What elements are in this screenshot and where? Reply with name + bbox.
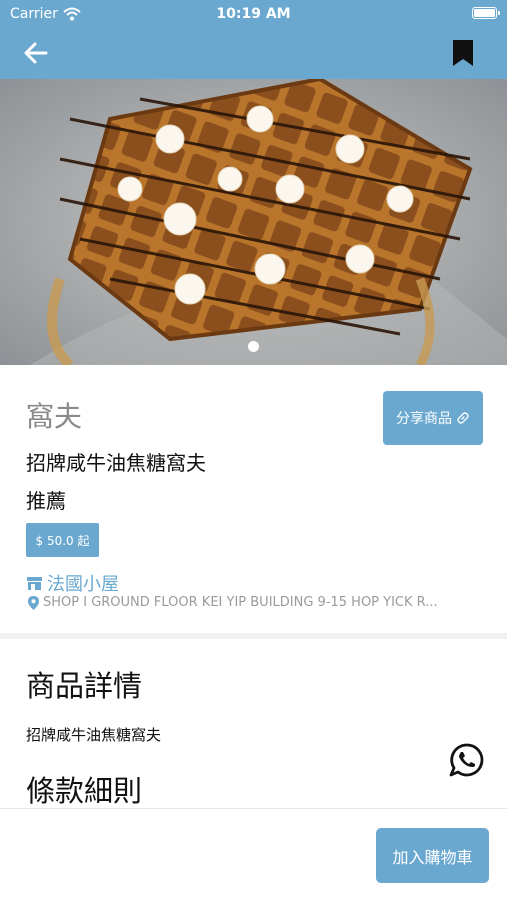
section-divider: [0, 633, 507, 639]
details-description: 招牌咸牛油焦糖窩夫: [26, 726, 162, 744]
battery-icon: [472, 7, 500, 19]
bookmark-icon: [453, 40, 473, 66]
store-icon: [27, 576, 42, 590]
shop-name: 法國小屋: [47, 574, 119, 595]
arrow-left-icon: [24, 42, 48, 64]
address-text: SHOP I GROUND FLOOR KEI YIP BUILDING 9-1…: [43, 595, 438, 610]
shop-address: SHOP I GROUND FLOOR KEI YIP BUILDING 9-1…: [28, 595, 488, 610]
details-heading: 商品詳情: [26, 669, 143, 703]
location-pin-icon: [28, 595, 39, 610]
product-name: 招牌咸牛油焦糖窩夫: [26, 451, 206, 475]
product-tag: 推薦: [26, 489, 66, 513]
product-image-carousel[interactable]: [0, 79, 507, 365]
whatsapp-button[interactable]: [448, 742, 484, 778]
status-time: 10:19 AM: [216, 6, 291, 22]
status-bar: Carrier 10:19 AM: [0, 0, 507, 30]
terms-heading: 條款細則: [26, 774, 143, 808]
link-icon: [457, 412, 469, 424]
price-badge: $ 50.0 起: [26, 523, 99, 557]
share-product-button[interactable]: 分享商品: [383, 391, 483, 445]
back-button[interactable]: [20, 38, 52, 68]
app-header: Carrier 10:19 AM: [0, 0, 507, 79]
add-to-cart-button[interactable]: 加入購物車: [376, 828, 489, 883]
product-info-section: 窩夫 分享商品 招牌咸牛油焦糖窩夫 推薦 $ 50.0 起 法國小屋 SHOP …: [0, 365, 507, 633]
bookmark-button[interactable]: [449, 38, 477, 68]
waffle-photo: [0, 79, 507, 365]
whatsapp-icon: [449, 743, 484, 777]
product-category: 窩夫: [26, 400, 83, 433]
bottom-action-bar: 加入購物車: [0, 808, 507, 900]
share-button-label: 分享商品: [396, 411, 452, 427]
carousel-dot-active[interactable]: [248, 341, 259, 352]
shop-link[interactable]: 法國小屋: [26, 570, 119, 596]
